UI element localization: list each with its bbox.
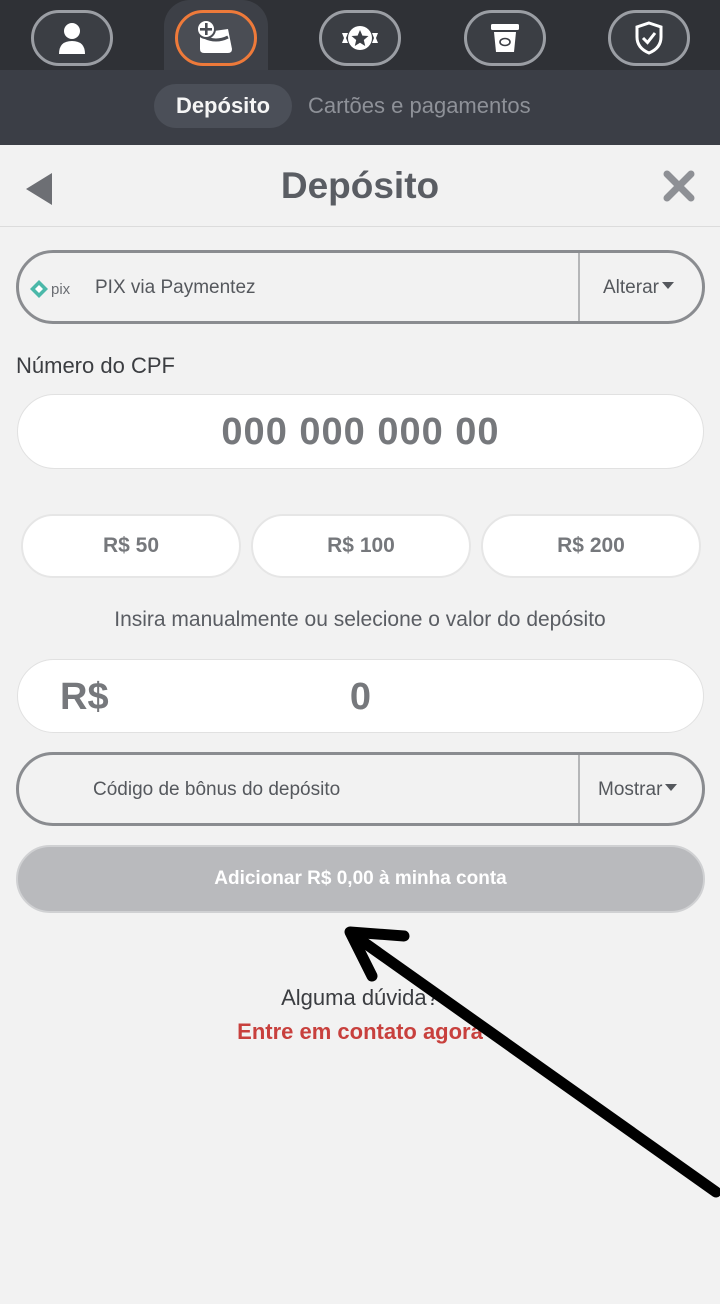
cpf-label: Número do CPF (16, 353, 175, 378)
vouchers-nav-button[interactable] (464, 10, 546, 66)
change-method-label: Alterar (603, 277, 659, 298)
user-icon (59, 23, 85, 54)
pix-logo-text: pix (51, 281, 71, 298)
change-method-button[interactable]: Alterar (603, 277, 674, 299)
caret-down-icon (661, 282, 674, 290)
divider (578, 253, 580, 321)
close-icon[interactable] (662, 169, 696, 203)
contact-link[interactable]: Entre em contato agora (0, 1019, 720, 1045)
ticket-icon (491, 24, 519, 52)
wallet-nav-button[interactable] (175, 10, 257, 66)
rewards-nav-button[interactable] (319, 10, 401, 66)
shield-check-icon (635, 21, 663, 55)
profile-nav-button[interactable] (31, 10, 113, 66)
caret-down-icon (665, 784, 678, 792)
payment-method-label: PIX via Paymentez (95, 277, 256, 298)
add-funds-button[interactable]: Adicionar R$ 0,00 à minha conta (16, 845, 705, 913)
help-question: Alguma dúvida? (281, 985, 439, 1010)
amount-100-button[interactable]: R$ 100 (251, 514, 471, 578)
show-bonus-button[interactable]: Mostrar (598, 779, 678, 801)
page-title: Depósito (280, 165, 440, 206)
star-badge-icon (342, 26, 378, 50)
top-nav (0, 0, 720, 72)
bonus-code-field[interactable]: Código de bônus do depósito Mostrar (16, 752, 705, 826)
amount-hint: Insira manualmente ou selecione o valor … (114, 608, 606, 631)
wallet-plus-icon (196, 19, 232, 53)
sub-nav: Depósito Cartões e pagamentos (0, 70, 720, 145)
amount-50-button[interactable]: R$ 50 (21, 514, 241, 578)
page-header: Depósito (0, 145, 720, 227)
cpf-input[interactable]: 000 000 000 00 (17, 394, 704, 469)
amount-input[interactable]: R$ 0 (17, 659, 704, 733)
tab-cartoes-e-pagamentos[interactable]: Cartões e pagamentos (308, 84, 531, 128)
bonus-code-label: Código de bônus do depósito (93, 779, 341, 800)
amount-200-button[interactable]: R$ 200 (481, 514, 701, 578)
show-bonus-label: Mostrar (598, 779, 663, 800)
tab-deposito[interactable]: Depósito (154, 84, 292, 128)
amount-value: 0 (349, 676, 372, 718)
payment-method-selector[interactable]: pix PIX via Paymentez Alterar (16, 250, 705, 324)
divider (578, 755, 580, 823)
security-nav-button[interactable] (608, 10, 690, 66)
pix-logo-icon: pix (30, 280, 71, 298)
